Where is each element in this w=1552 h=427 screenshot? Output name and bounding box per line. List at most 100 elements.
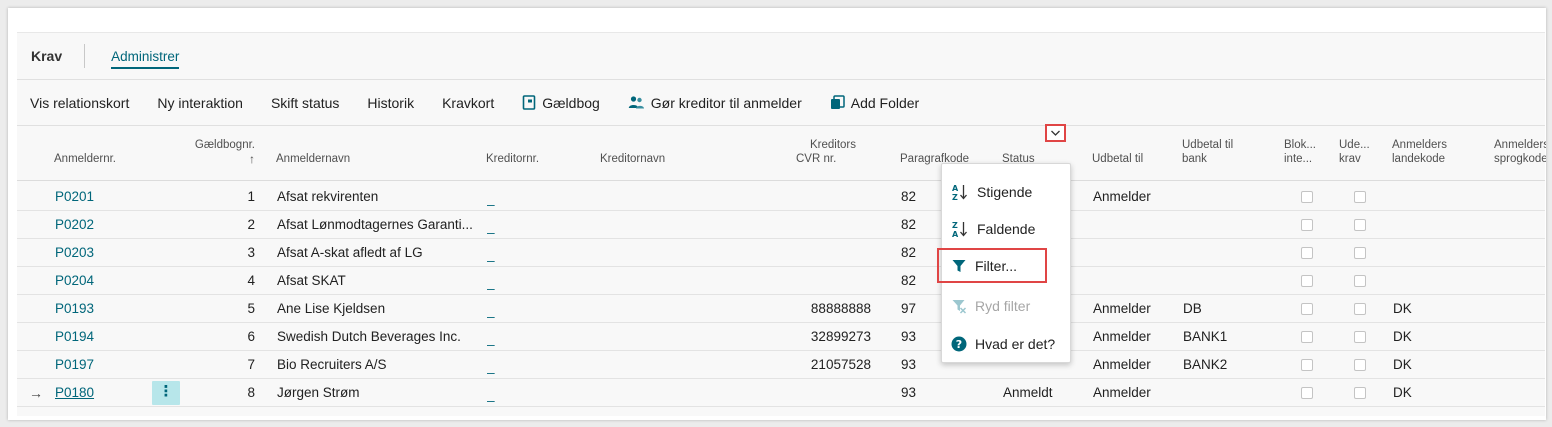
cell-anmeldernr[interactable]: P0194 bbox=[55, 323, 145, 351]
cell-kreditornr[interactable]: _ bbox=[487, 239, 517, 267]
col-udbetal-til[interactable]: Udbetal til bbox=[1092, 152, 1143, 166]
checkbox-blokeret[interactable] bbox=[1301, 387, 1313, 399]
col-udelukket-krav[interactable]: Ude... krav bbox=[1339, 138, 1370, 166]
cell-anmelders-landekode: DK bbox=[1393, 329, 1412, 344]
col-sprog-line2: sprogkode bbox=[1494, 153, 1546, 165]
cell-kreditornr[interactable]: _ bbox=[487, 211, 517, 239]
checkbox-udelukket-krav[interactable] bbox=[1354, 275, 1366, 287]
menu-item-label: Faldende bbox=[977, 221, 1036, 237]
cell-anmeldernr[interactable]: P0202 bbox=[55, 211, 145, 239]
cell-kreditornr[interactable]: _ bbox=[487, 379, 517, 407]
checkbox-udelukket-krav[interactable] bbox=[1354, 359, 1366, 371]
checkbox-udelukket-krav[interactable] bbox=[1354, 247, 1366, 259]
menu-item-faldende[interactable]: Z A Faldende bbox=[942, 211, 1072, 247]
col-land-line1: Anmelders bbox=[1392, 139, 1447, 151]
gaeldbog-button[interactable]: Gældbog bbox=[508, 80, 614, 125]
tab-administrer[interactable]: Administrer bbox=[111, 49, 180, 69]
table-row[interactable]: P0204 4 Afsat SKAT _ 82 bbox=[17, 267, 1545, 295]
col-kreditornavn[interactable]: Kreditornavn bbox=[600, 152, 665, 166]
vis-relationskort-button[interactable]: Vis relationskort bbox=[17, 80, 143, 125]
cell-kreditornr[interactable]: _ bbox=[487, 267, 517, 295]
status-column-dropdown-button[interactable] bbox=[1045, 124, 1066, 142]
col-kreditornr[interactable]: Kreditornr. bbox=[486, 152, 539, 166]
tab-divider bbox=[84, 44, 86, 68]
table-row[interactable]: P0201 1 Afsat rekvirenten _ 82 Anmelder bbox=[17, 183, 1545, 211]
cell-gaeldbognr: 5 bbox=[247, 301, 255, 316]
table-row[interactable]: P0194 6 Swedish Dutch Beverages Inc. _ 3… bbox=[17, 323, 1545, 351]
menu-item-label: Ryd filter bbox=[975, 298, 1031, 314]
col-anmelders-landekode[interactable]: Anmelders landekode bbox=[1392, 138, 1447, 166]
cell-kreditors-cvr bbox=[787, 211, 871, 239]
col-gaeldbognr[interactable]: Gældbognr. ↑ bbox=[177, 138, 255, 166]
checkbox-blokeret[interactable] bbox=[1301, 275, 1313, 287]
checkbox-blokeret[interactable] bbox=[1301, 219, 1313, 231]
checkbox-blokeret[interactable] bbox=[1301, 359, 1313, 371]
table-row[interactable]: P0202 2 Afsat Lønmodtagernes Garanti... … bbox=[17, 211, 1545, 239]
checkbox-udelukket-krav[interactable] bbox=[1354, 191, 1366, 203]
cell-udbetal-til: Anmelder bbox=[1093, 357, 1151, 372]
cell-udbetal-til-bank: BANK2 bbox=[1183, 357, 1228, 372]
cell-kreditornr[interactable]: _ bbox=[487, 183, 517, 211]
checkbox-udelukket-krav[interactable] bbox=[1354, 303, 1366, 315]
col-udbetal-til-bank[interactable]: Udbetal til bank bbox=[1182, 138, 1233, 166]
action-label: Gør kreditor til anmelder bbox=[650, 94, 802, 111]
col-cvr-line1: Kreditors bbox=[810, 139, 857, 151]
cell-anmeldernr[interactable]: P0197 bbox=[55, 351, 145, 379]
cell-udbetal-til bbox=[1093, 239, 1173, 267]
checkbox-udelukket-krav[interactable] bbox=[1354, 331, 1366, 343]
checkbox-udelukket-krav[interactable] bbox=[1354, 219, 1366, 231]
col-anmeldernavn[interactable]: Anmeldernavn bbox=[276, 152, 350, 166]
cell-anmelders-landekode bbox=[1393, 211, 1453, 239]
cell-kreditornr[interactable]: _ bbox=[487, 351, 517, 379]
table-row[interactable]: P0193 5 Ane Lise Kjeldsen _ 88888888 97 … bbox=[17, 295, 1545, 323]
checkbox-blokeret[interactable] bbox=[1301, 331, 1313, 343]
cell-gaeldbognr: 1 bbox=[247, 189, 255, 204]
col-blokeret[interactable]: Blok... inte... bbox=[1284, 138, 1316, 166]
menu-item-hvad-er-det[interactable]: ? Hvad er det? bbox=[942, 326, 1072, 362]
cell-kreditornr[interactable]: _ bbox=[487, 323, 517, 351]
goer-kreditor-til-anmelder-button[interactable]: Gør kreditor til anmelder bbox=[614, 80, 816, 125]
col-kreditors-cvr[interactable]: Kreditors CVR nr. bbox=[796, 138, 856, 166]
add-folder-button[interactable]: Add Folder bbox=[816, 80, 933, 125]
cell-anmeldernr[interactable]: P0203 bbox=[55, 239, 145, 267]
cell-udbetal-til-bank bbox=[1183, 239, 1263, 267]
cell-anmeldernr[interactable]: P0180 bbox=[55, 379, 145, 407]
cell-anmeldernavn: Swedish Dutch Beverages Inc. bbox=[277, 329, 461, 344]
cell-kreditors-cvr bbox=[787, 183, 871, 211]
col-anmeldernr[interactable]: Anmeldernr. bbox=[54, 152, 116, 166]
column-context-menu: A Z Stigende Z A Faldende Filter... Ryd … bbox=[937, 163, 1072, 363]
cell-gaeldbognr: 4 bbox=[247, 273, 255, 288]
table-row[interactable]: P0197 7 Bio Recruiters A/S _ 21057528 93… bbox=[17, 351, 1545, 379]
action-label: Ny interaktion bbox=[157, 94, 243, 111]
menu-item-ryd-filter[interactable]: Ryd filter bbox=[942, 288, 1072, 324]
col-blok-line1: Blok... bbox=[1284, 139, 1316, 151]
col-anmelders-sprogkode[interactable]: Anmelders sprogkode bbox=[1494, 138, 1546, 166]
row-actions-button[interactable]: ⋮ bbox=[152, 381, 180, 405]
cell-anmeldernavn: Afsat A-skat afledt af LG bbox=[277, 245, 423, 260]
table-row[interactable]: → ⋮ P0180 8 Jørgen Strøm _ 93 Anmeldt An… bbox=[17, 379, 1545, 407]
menu-item-stigende[interactable]: A Z Stigende bbox=[942, 174, 1072, 210]
cell-kreditornr[interactable]: _ bbox=[487, 295, 517, 323]
table-header: Anmeldernr. Gældbognr. ↑ Anmeldernavn Kr… bbox=[17, 133, 1546, 181]
cell-anmeldernr[interactable]: P0201 bbox=[55, 183, 145, 211]
col-ude-line1: Ude... bbox=[1339, 139, 1370, 151]
table-row[interactable]: P0203 3 Afsat A-skat afledt af LG _ 82 bbox=[17, 239, 1545, 267]
checkbox-udelukket-krav[interactable] bbox=[1354, 387, 1366, 399]
cell-udbetal-til-bank bbox=[1183, 211, 1263, 239]
checkbox-blokeret[interactable] bbox=[1301, 247, 1313, 259]
checkbox-blokeret[interactable] bbox=[1301, 303, 1313, 315]
historik-button[interactable]: Historik bbox=[353, 80, 428, 125]
skift-status-button[interactable]: Skift status bbox=[257, 80, 353, 125]
cell-anmeldernr[interactable]: P0193 bbox=[55, 295, 145, 323]
menu-item-filter[interactable]: Filter... bbox=[937, 248, 1047, 283]
cell-kreditors-cvr: 88888888 bbox=[810, 301, 871, 316]
ny-interaktion-button[interactable]: Ny interaktion bbox=[143, 80, 257, 125]
col-cvr-line2: CVR nr. bbox=[796, 153, 837, 165]
checkbox-blokeret[interactable] bbox=[1301, 191, 1313, 203]
cell-anmeldernr[interactable]: P0204 bbox=[55, 267, 145, 295]
cell-gaeldbognr: 7 bbox=[247, 357, 255, 372]
kravkort-button[interactable]: Kravkort bbox=[428, 80, 508, 125]
help-icon: ? bbox=[951, 336, 967, 352]
cell-gaeldbognr: 8 bbox=[247, 385, 255, 400]
cell-anmelders-landekode bbox=[1393, 267, 1453, 295]
